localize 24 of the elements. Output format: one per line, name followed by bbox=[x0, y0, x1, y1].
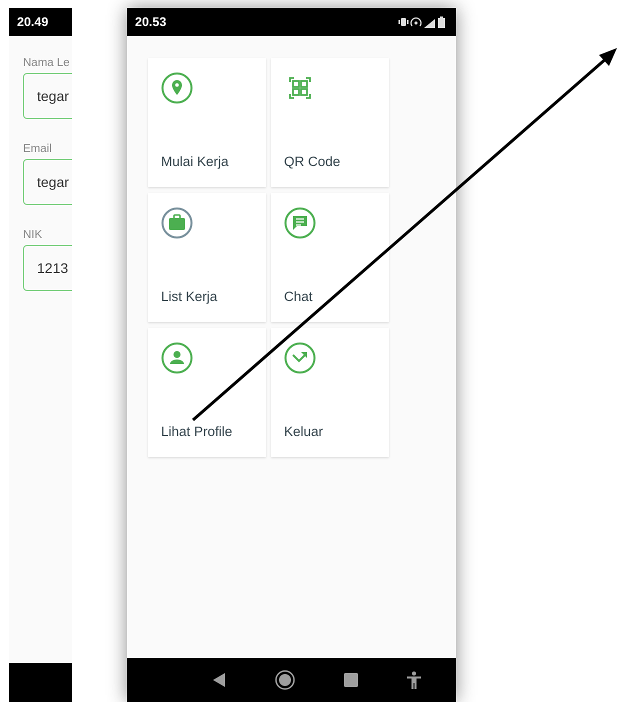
back-icon[interactable] bbox=[212, 672, 226, 688]
status-icons bbox=[398, 15, 448, 29]
recents-icon[interactable] bbox=[344, 673, 358, 687]
field-label: Email bbox=[23, 143, 53, 155]
input-field[interactable]: tegar bbox=[23, 159, 72, 205]
location-pin-icon bbox=[161, 72, 193, 104]
input-field[interactable]: tegar bbox=[23, 73, 72, 119]
status-time: 20.49 bbox=[17, 15, 48, 29]
field-label: NIK bbox=[23, 229, 44, 241]
field-label: Nama Le bbox=[23, 57, 71, 69]
person-icon bbox=[161, 342, 193, 374]
menu-card[interactable]: Lihat Profile bbox=[148, 328, 266, 457]
home-icon[interactable] bbox=[274, 670, 295, 690]
input-field[interactable]: 1213 bbox=[23, 245, 72, 291]
briefcase-icon bbox=[161, 207, 193, 239]
accessibility-icon[interactable] bbox=[407, 671, 422, 689]
navigation-bar bbox=[9, 663, 72, 702]
menu-card[interactable]: List Kerja bbox=[148, 193, 266, 322]
menu-card[interactable]: Keluar bbox=[271, 328, 389, 457]
menu-card[interactable]: QR Code bbox=[271, 58, 389, 187]
menu-card[interactable]: Mulai Kerja bbox=[148, 58, 266, 187]
chat-icon bbox=[284, 207, 316, 239]
status-time: 20.53 bbox=[135, 15, 166, 29]
menu-card[interactable]: Chat bbox=[271, 193, 389, 322]
